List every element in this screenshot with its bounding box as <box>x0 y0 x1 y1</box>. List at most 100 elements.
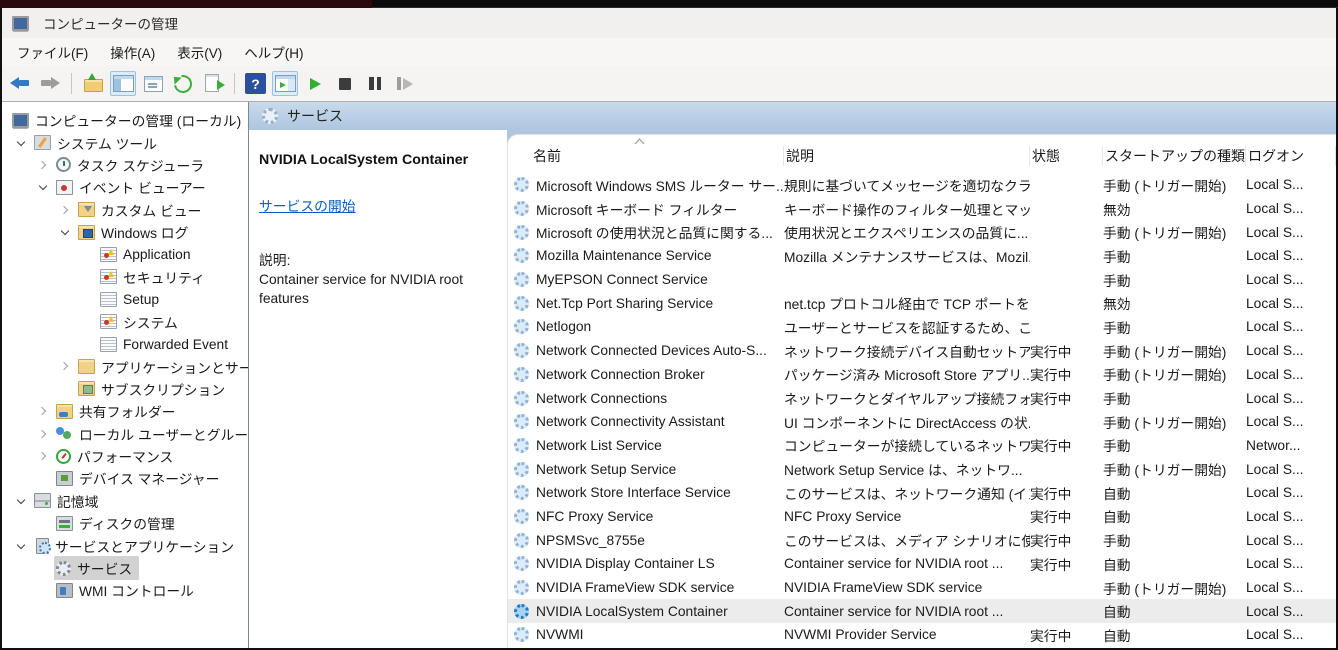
properties-icon[interactable] <box>140 71 166 96</box>
service-row[interactable]: Microsoft の使用状況と品質に関する... 使用状況とエクスペリエンスの… <box>508 220 1336 244</box>
export-list-icon[interactable] <box>200 71 226 96</box>
services-header-band: サービス <box>249 102 1336 130</box>
service-row[interactable]: NVIDIA FrameView SDK service NVIDIA Fram… <box>508 576 1336 600</box>
tree-item[interactable]: コンピューターの管理 (ローカル) <box>2 109 248 131</box>
service-description: このサービスは、ネットワーク通知 (イン... <box>784 483 1030 503</box>
tree-item[interactable]: ディスクの管理 <box>2 512 248 534</box>
tree-expander-icon[interactable] <box>10 542 32 550</box>
tree-item[interactable]: アプリケーションとサービス <box>2 355 248 377</box>
tree-item[interactable]: パフォーマンス <box>2 445 248 467</box>
background-maroon-segment <box>0 0 372 8</box>
service-row[interactable]: Network Connectivity Assistant UI コンポーネン… <box>508 410 1336 434</box>
tree-item[interactable]: カスタム ビュー <box>2 199 248 221</box>
service-row[interactable]: Network Connected Devices Auto-S... ネットワ… <box>508 339 1336 363</box>
column-header-description[interactable]: 説明 <box>784 146 1030 166</box>
tree-item-label: Setup <box>123 292 159 307</box>
tree-item[interactable]: ローカル ユーザーとグループ <box>2 422 248 444</box>
tree-expander-icon[interactable] <box>10 139 32 147</box>
back-icon[interactable] <box>7 71 33 96</box>
pause-service-icon[interactable] <box>362 71 388 96</box>
show-action-pane-icon[interactable] <box>272 71 298 96</box>
tree-item[interactable]: Windows ログ <box>2 221 248 243</box>
service-row[interactable]: Microsoft キーボード フィルター キーボード操作のフィルター処理とマッ… <box>508 197 1336 221</box>
stop-service-icon[interactable] <box>332 71 358 96</box>
service-status: 実行中 <box>1030 554 1103 574</box>
column-header-startup-type[interactable]: スタートアップの種類 <box>1103 146 1246 166</box>
toolbar: ? <box>2 66 1336 102</box>
service-name: Microsoft の使用状況と品質に関する... <box>536 222 773 242</box>
tree-item[interactable]: 記憶域 <box>2 490 248 512</box>
service-row[interactable]: Mozilla Maintenance Service Mozilla メンテナ… <box>508 244 1336 268</box>
help-icon[interactable]: ? <box>245 73 266 94</box>
main-content: コンピューターの管理 (ローカル) システム ツール タスク スケジ <box>2 102 1336 648</box>
tree-expander-icon[interactable] <box>32 408 54 414</box>
tree-item[interactable]: サブスクリプション <box>2 378 248 400</box>
tree-item[interactable]: Setup <box>2 288 248 310</box>
service-row[interactable]: Network Connections ネットワークとダイヤルアップ接続フォル.… <box>508 386 1336 410</box>
tree-item-label: サービス <box>77 558 132 578</box>
start-service-link[interactable]: サービスの開始 <box>259 195 356 215</box>
service-row[interactable]: Microsoft Windows SMS ルーター サー... 規則に基づいて… <box>508 173 1336 197</box>
service-row[interactable]: MyEPSON Connect Service 手動 Local S... <box>508 268 1336 292</box>
service-logon-as: Local S... <box>1246 296 1336 311</box>
tree-item[interactable]: Forwarded Event <box>2 333 248 355</box>
restart-service-icon[interactable] <box>392 71 418 96</box>
menu-item[interactable]: ヘルプ(H) <box>233 42 314 62</box>
tree-expander-icon[interactable] <box>32 453 54 459</box>
service-row[interactable]: Network Setup Service Network Setup Serv… <box>508 457 1336 481</box>
title-bar[interactable]: コンピューターの管理 <box>2 8 1336 38</box>
tree-expander-icon[interactable] <box>32 162 54 168</box>
forward-icon[interactable] <box>37 71 63 96</box>
column-header-name[interactable]: 名前 <box>514 146 784 166</box>
service-row[interactable]: NVIDIA Display Container LS Container se… <box>508 552 1336 576</box>
service-logon-as: Local S... <box>1246 343 1336 358</box>
service-row[interactable]: NVWMI NVWMI Provider Service 実行中 自動 Loca… <box>508 623 1336 647</box>
service-name: Network Connections <box>536 391 667 406</box>
services-gear-icon <box>262 108 278 124</box>
tree-expander-icon[interactable] <box>54 207 76 213</box>
storage-icon <box>34 493 51 508</box>
log-security-icon <box>100 269 117 284</box>
tree-item[interactable]: システム ツール <box>2 131 248 153</box>
service-row[interactable]: Network Store Interface Service このサービスは、… <box>508 481 1336 505</box>
service-name: NFC Proxy Service <box>536 509 653 524</box>
column-header-logon[interactable]: ログオン <box>1246 146 1336 166</box>
service-row[interactable]: NVIDIA LocalSystem Container Container s… <box>508 599 1336 623</box>
tree-expander-icon[interactable] <box>54 363 76 369</box>
tree-item[interactable]: セキュリティ <box>2 266 248 288</box>
tree-expander-icon[interactable] <box>54 228 76 236</box>
show-console-tree-icon[interactable] <box>110 71 136 96</box>
menu-item[interactable]: ファイル(F) <box>6 42 99 62</box>
column-header-status[interactable]: 状態 <box>1030 146 1103 166</box>
tree-item[interactable]: システム <box>2 311 248 333</box>
tree-item[interactable]: 共有フォルダー <box>2 400 248 422</box>
tree-item[interactable]: WMI コントロール <box>2 579 248 601</box>
refresh-icon[interactable] <box>170 71 196 96</box>
tree-expander-icon[interactable] <box>32 183 54 191</box>
service-startup-type: 手動 (トリガー開始) <box>1103 364 1246 384</box>
tree-item[interactable]: タスク スケジューラ <box>2 154 248 176</box>
service-row[interactable]: NPSMSvc_8755e このサービスは、メディア シナリオに使用... 実行… <box>508 528 1336 552</box>
service-row[interactable]: Net.Tcp Port Sharing Service net.tcp プロト… <box>508 291 1336 315</box>
service-startup-type: 自動 <box>1103 625 1246 645</box>
menu-item[interactable]: 表示(V) <box>166 42 233 62</box>
tree-item[interactable]: サービス <box>2 557 248 579</box>
menu-item[interactable]: 操作(A) <box>99 42 166 62</box>
service-row[interactable]: Network Connection Broker パッケージ済み Micros… <box>508 363 1336 387</box>
start-service-icon[interactable] <box>302 71 328 96</box>
tree-item[interactable]: Application <box>2 243 248 265</box>
service-logon-as: Local S... <box>1246 580 1336 595</box>
service-status: 実行中 <box>1030 341 1103 361</box>
tree-expander-icon[interactable] <box>10 497 32 505</box>
service-startup-type: 自動 <box>1103 554 1246 574</box>
service-row[interactable]: Network List Service コンピューターが接続しているネットワー… <box>508 434 1336 458</box>
service-description: Container service for NVIDIA root ... <box>784 556 1030 571</box>
tree-item[interactable]: イベント ビューアー <box>2 176 248 198</box>
tree-item[interactable]: サービスとアプリケーション <box>2 534 248 556</box>
service-row[interactable]: NFC Proxy Service NFC Proxy Service 実行中 … <box>508 505 1336 529</box>
tree-item[interactable]: デバイス マネージャー <box>2 467 248 489</box>
tree-expander-icon[interactable] <box>32 431 54 437</box>
up-one-level-folder-icon[interactable] <box>80 71 106 96</box>
service-name: NVWMI <box>536 627 584 642</box>
service-row[interactable]: Netlogon ユーザーとサービスを認証するため、この... 手動 Local… <box>508 315 1336 339</box>
